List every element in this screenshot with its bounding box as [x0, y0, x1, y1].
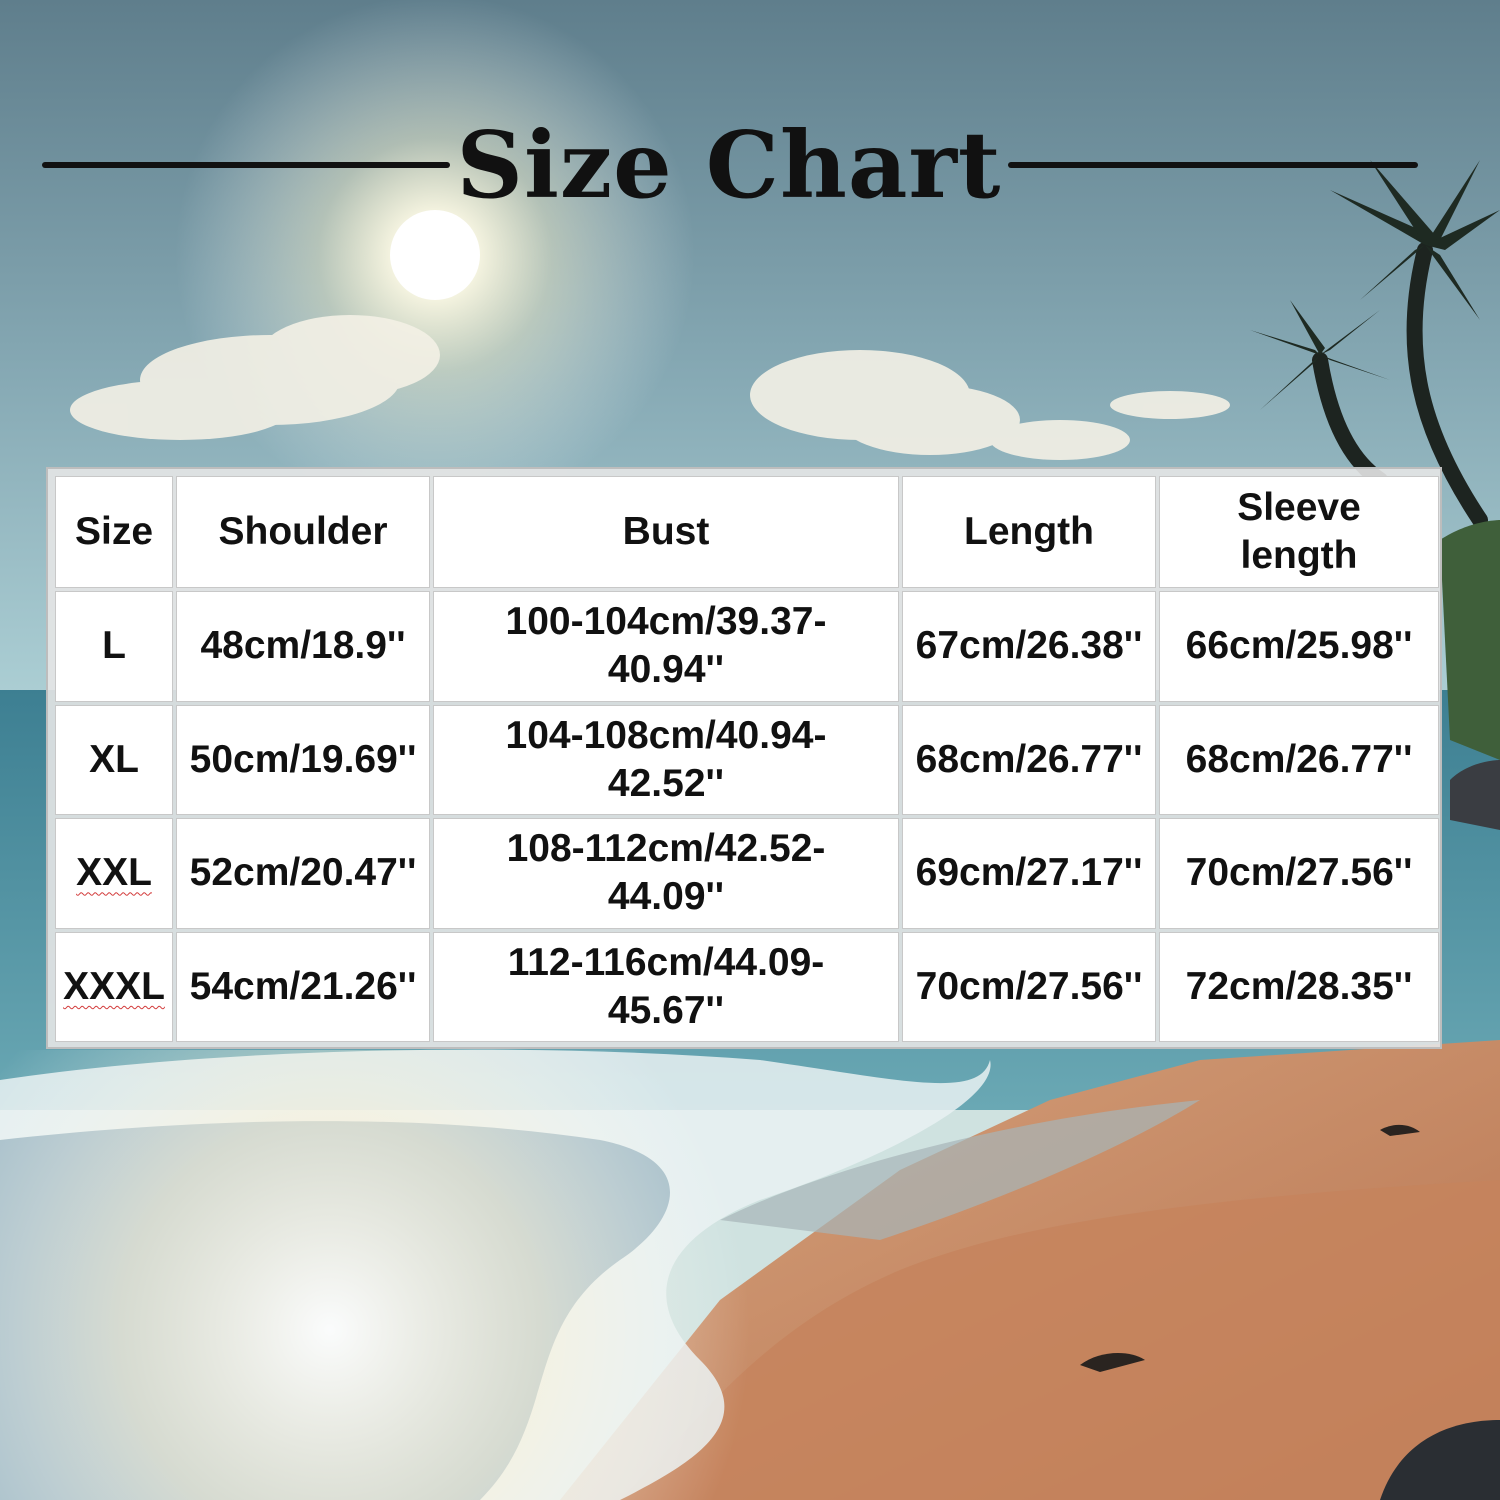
size-table-container: Size Shoulder Bust Length Sleeve length …	[46, 467, 1442, 1049]
table-header-row: Size Shoulder Bust Length Sleeve length	[55, 476, 1439, 588]
header-cell: Bust	[433, 476, 899, 588]
table-row: XL 50cm/19.69'' 104-108cm/40.94-42.52'' …	[55, 704, 1439, 815]
table-row: L 48cm/18.9'' 100-104cm/39.37-40.94'' 67…	[55, 591, 1439, 702]
size-label: XXXL	[63, 964, 165, 1008]
title-divider-left	[42, 162, 450, 168]
size-cell: XXXL	[55, 931, 173, 1042]
table-cell: 68cm/26.77''	[1159, 704, 1439, 815]
table-cell: 54cm/21.26''	[176, 931, 430, 1042]
size-label: XXL	[76, 851, 152, 895]
table-row: XXXL 54cm/21.26'' 112-116cm/44.09-45.67'…	[55, 931, 1439, 1042]
table-cell: 52cm/20.47''	[176, 818, 430, 929]
table-cell: 108-112cm/42.52-44.09''	[433, 818, 899, 929]
table-cell: 48cm/18.9''	[176, 591, 430, 702]
table-cell: 68cm/26.77''	[902, 704, 1156, 815]
table-cell: 100-104cm/39.37-40.94''	[433, 591, 899, 702]
table-cell: 66cm/25.98''	[1159, 591, 1439, 702]
size-cell: XL	[55, 704, 173, 815]
title-divider-right	[1008, 162, 1418, 168]
header-cell: Size	[55, 476, 173, 588]
table-cell: 67cm/26.38''	[902, 591, 1156, 702]
table-cell: 50cm/19.69''	[176, 704, 430, 815]
table-cell: 70cm/27.56''	[902, 931, 1156, 1042]
header-cell: Length	[902, 476, 1156, 588]
header-cell: Shoulder	[176, 476, 430, 588]
page-title: Size Chart	[456, 111, 1002, 219]
header-cell: Sleeve length	[1159, 476, 1439, 588]
size-table: Size Shoulder Bust Length Sleeve length …	[52, 473, 1442, 1045]
table-cell: 70cm/27.56''	[1159, 818, 1439, 929]
table-cell: 69cm/27.17''	[902, 818, 1156, 929]
size-cell: XXL	[55, 818, 173, 929]
table-cell: 104-108cm/40.94-42.52''	[433, 704, 899, 815]
size-cell: L	[55, 591, 173, 702]
table-cell: 112-116cm/44.09-45.67''	[433, 931, 899, 1042]
table-cell: 72cm/28.35''	[1159, 931, 1439, 1042]
table-row: XXL 52cm/20.47'' 108-112cm/42.52-44.09''…	[55, 818, 1439, 929]
title-banner: Size Chart	[0, 110, 1500, 220]
